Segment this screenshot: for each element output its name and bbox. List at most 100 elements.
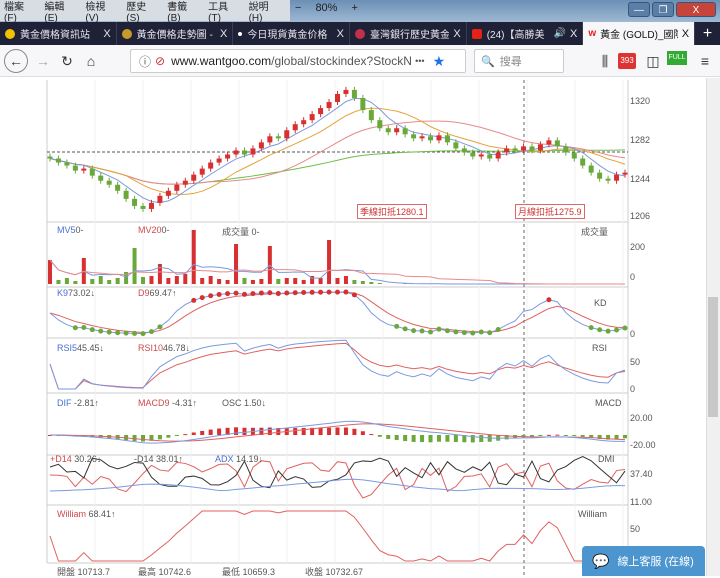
tab[interactable]: 臺灣銀行歷史黃金 X bbox=[350, 22, 467, 45]
osc-bar bbox=[386, 435, 391, 439]
volume-bar bbox=[115, 278, 120, 284]
zoom-out-button[interactable]: − bbox=[295, 2, 301, 14]
close-window-button[interactable]: X bbox=[676, 2, 716, 17]
home-button[interactable]: ⌂ bbox=[80, 50, 102, 72]
library-icon[interactable]: ⫼ bbox=[594, 50, 616, 72]
menu-help[interactable]: 說明 (H) bbox=[249, 0, 282, 24]
pdi-legend: +D14 30.26↓ bbox=[50, 454, 102, 464]
kd-oversold-dot bbox=[140, 331, 146, 337]
full-extension-badge[interactable]: FULL bbox=[667, 51, 687, 65]
sidebar-icon[interactable]: ◫ bbox=[642, 50, 664, 72]
maximize-button[interactable]: ❐ bbox=[652, 2, 674, 17]
insecure-icon: ⊘ bbox=[155, 54, 166, 68]
candle-body bbox=[284, 130, 290, 139]
d9-legend: D969.47↑ bbox=[138, 288, 177, 298]
page-actions-button[interactable]: ••• bbox=[415, 56, 424, 66]
menu-file[interactable]: 檔案 (F) bbox=[4, 0, 36, 24]
kd-oversold-dot bbox=[89, 327, 95, 333]
tab[interactable]: 黃金價格走勢圖 - X bbox=[117, 22, 234, 45]
candle-body bbox=[258, 142, 264, 149]
candle-body bbox=[250, 148, 256, 155]
minimize-button[interactable]: — bbox=[628, 2, 650, 17]
close-tab-icon[interactable]: X bbox=[453, 28, 460, 40]
volume-bar bbox=[301, 280, 306, 284]
menu-edit[interactable]: 編輯 (E) bbox=[44, 0, 77, 24]
osc-bar bbox=[538, 435, 543, 436]
candle-body bbox=[309, 114, 315, 121]
menu-bookmarks[interactable]: 書籤 (B) bbox=[167, 0, 200, 24]
candle-body bbox=[487, 154, 493, 159]
osc-bar bbox=[428, 435, 433, 443]
close-tab-icon[interactable]: X bbox=[103, 28, 110, 40]
dif-legend: DIF -2.81↑ bbox=[57, 398, 100, 408]
candle-body bbox=[444, 135, 450, 143]
candle-body bbox=[546, 140, 552, 145]
forward-button[interactable]: → bbox=[32, 50, 54, 72]
kd-overbought-dot bbox=[225, 291, 231, 297]
volume-bar bbox=[276, 279, 281, 284]
macd-tick: 20.00 bbox=[630, 413, 653, 423]
kd-oversold-dot bbox=[81, 325, 87, 331]
rsi-tick: 0 bbox=[630, 384, 636, 394]
volume-bar bbox=[166, 278, 171, 284]
kd-oversold-dot bbox=[157, 324, 163, 330]
zoom-controls: − 80% + bbox=[295, 2, 358, 14]
osc-bar bbox=[242, 427, 247, 435]
candle-body bbox=[225, 154, 231, 159]
live-chat-button[interactable]: 💬 線上客服 (在線) bbox=[582, 546, 705, 576]
menu-history[interactable]: 歷史 (S) bbox=[126, 0, 159, 24]
candle-body bbox=[216, 158, 222, 163]
osc-bar bbox=[234, 427, 239, 435]
scrollbar-thumb[interactable] bbox=[708, 297, 718, 417]
menu-tools[interactable]: 工具 (T) bbox=[208, 0, 240, 24]
volume-bar bbox=[191, 230, 196, 284]
menu-view[interactable]: 檢視 (V) bbox=[85, 0, 118, 24]
kd-oversold-dot bbox=[132, 330, 138, 336]
tab-label: 黃金價格走勢圖 - bbox=[136, 30, 213, 41]
close-tab-icon[interactable]: X bbox=[682, 28, 689, 40]
candle-body bbox=[377, 120, 383, 129]
d9-line bbox=[49, 291, 626, 334]
zoom-level[interactable]: 80% bbox=[315, 2, 337, 14]
bookmark-star-icon[interactable]: ★ bbox=[433, 53, 446, 70]
osc-bar bbox=[563, 435, 568, 436]
search-input[interactable]: 🔍 搜尋 bbox=[474, 49, 564, 73]
close-tab-icon[interactable]: X bbox=[337, 28, 344, 40]
reload-button[interactable]: ↻ bbox=[56, 50, 78, 72]
candle-body bbox=[98, 175, 104, 181]
tab[interactable]: 今日現貨黃金价格 X bbox=[233, 22, 351, 45]
kd-oversold-dot bbox=[419, 328, 425, 334]
osc-bar bbox=[623, 435, 627, 439]
tab-label: (24)【高勝美 bbox=[486, 30, 545, 41]
volume-title: 成交量 bbox=[581, 227, 609, 237]
favicon-icon bbox=[238, 31, 243, 36]
kd-oversold-dot bbox=[470, 330, 476, 336]
k9-legend: K973.02↓ bbox=[57, 288, 96, 298]
candle-body bbox=[436, 135, 442, 141]
new-tab-button[interactable]: + bbox=[695, 22, 720, 45]
mv20-legend: MV200- bbox=[138, 225, 170, 235]
zoom-in-button[interactable]: + bbox=[351, 2, 357, 14]
tab[interactable]: (24)【高勝美 🔊 X bbox=[467, 22, 584, 45]
extension-badge[interactable]: 393 bbox=[618, 53, 636, 69]
url-bar[interactable]: ⓘ ⊘ www.wantgoo.com /global/stockindex?S… bbox=[130, 49, 466, 73]
tab[interactable]: 黃金價格資訊站 X bbox=[0, 22, 117, 45]
close-tab-icon[interactable]: X bbox=[220, 28, 227, 40]
kd-oversold-dot bbox=[98, 328, 104, 334]
candle-body bbox=[81, 168, 87, 171]
candle-body bbox=[622, 172, 628, 175]
navigation-bar: ← → ↻ ⌂ ⓘ ⊘ www.wantgoo.com /global/stoc… bbox=[0, 45, 720, 77]
osc-bar bbox=[183, 434, 188, 436]
candle-body bbox=[208, 162, 214, 169]
speaker-icon[interactable]: 🔊 bbox=[554, 28, 566, 39]
close-tab-icon[interactable]: X bbox=[570, 28, 577, 40]
stock-chart[interactable] bbox=[0, 78, 706, 576]
osc-bar bbox=[369, 434, 374, 436]
kd-oversold-dot bbox=[597, 327, 603, 333]
info-icon[interactable]: ⓘ bbox=[139, 53, 151, 70]
tab-active[interactable]: w 黃金 (GOLD)_國際 X bbox=[583, 22, 696, 45]
back-button[interactable]: ← bbox=[4, 49, 28, 73]
hamburger-menu-icon[interactable]: ≡ bbox=[694, 50, 716, 72]
william-legend: William 68.41↑ bbox=[57, 509, 116, 519]
favicon-icon bbox=[121, 28, 132, 39]
